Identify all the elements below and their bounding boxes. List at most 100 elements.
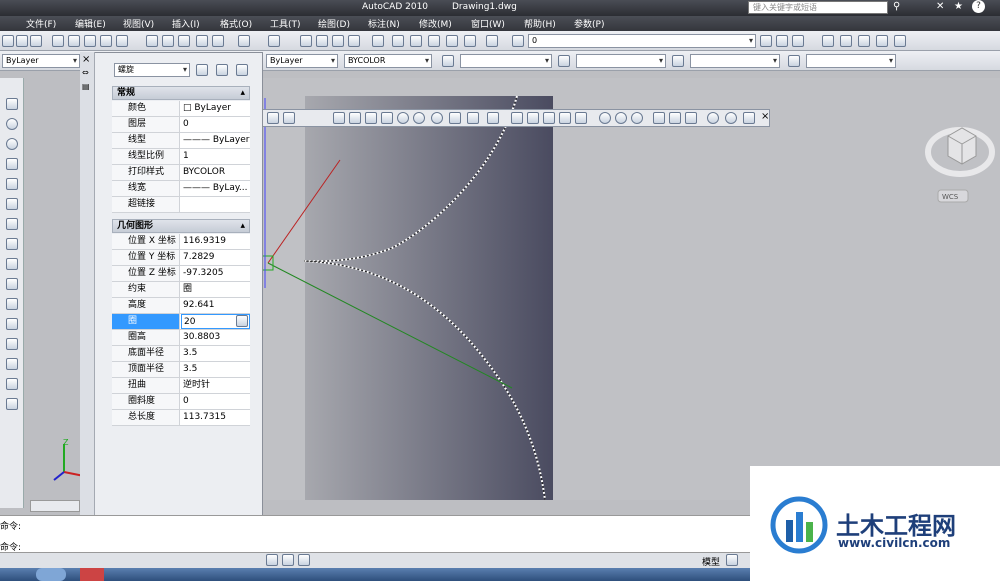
- markup-icon[interactable]: [446, 35, 458, 47]
- design-center-icon[interactable]: [392, 35, 404, 47]
- box-solid-icon[interactable]: [349, 112, 361, 124]
- property-value[interactable]: 30.8803: [181, 330, 250, 345]
- layer-prev-icon[interactable]: [760, 35, 772, 47]
- copy-left-icon[interactable]: [6, 198, 18, 210]
- linetype-combo[interactable]: ByLayer: [266, 54, 338, 68]
- viewcube[interactable]: [920, 118, 998, 210]
- wedge-solid-icon[interactable]: [365, 112, 377, 124]
- helix-icon[interactable]: [487, 112, 499, 124]
- 3d-array-icon[interactable]: [707, 112, 719, 124]
- section-plane-icon[interactable]: [743, 112, 755, 124]
- property-row[interactable]: 图层 0: [112, 117, 250, 133]
- menu-format[interactable]: 格式(O): [220, 17, 252, 30]
- wedge-icon[interactable]: [283, 112, 295, 124]
- block-editor-icon[interactable]: [212, 35, 224, 47]
- property-row[interactable]: 约束圈: [112, 282, 250, 298]
- property-value[interactable]: 113.7315: [181, 410, 250, 425]
- draw-circle-icon[interactable]: [6, 118, 18, 130]
- autohide-icon[interactable]: ⇔: [82, 68, 89, 77]
- property-value[interactable]: 7.2829: [181, 250, 250, 265]
- 3d-rotate-icon[interactable]: [669, 112, 681, 124]
- close-toolbar-icon[interactable]: ×: [761, 111, 769, 122]
- zoom-icon-5[interactable]: [876, 35, 888, 47]
- status-add-icon[interactable]: [282, 554, 294, 566]
- property-row[interactable]: 线型比例 1: [112, 149, 250, 165]
- mleader-style-icon[interactable]: [788, 55, 800, 67]
- zoom-icon-3[interactable]: [840, 35, 852, 47]
- cylinder-icon[interactable]: [413, 112, 425, 124]
- status-grid-icon[interactable]: [266, 554, 278, 566]
- property-value[interactable]: 116.9319: [181, 234, 250, 249]
- property-row[interactable]: 线型 ——— ByLayer: [112, 133, 250, 149]
- property-value[interactable]: 0: [181, 394, 250, 409]
- presspull-icon[interactable]: [527, 112, 539, 124]
- text-style-icon[interactable]: [442, 55, 454, 67]
- menu-modify[interactable]: 修改(M): [419, 17, 452, 30]
- property-value[interactable]: 3.5: [181, 346, 250, 361]
- property-row[interactable]: 扭曲 逆时针: [112, 378, 250, 394]
- preview-icon[interactable]: [68, 35, 80, 47]
- scale-icon[interactable]: [6, 258, 18, 270]
- section-general[interactable]: 常规 ▴: [112, 86, 250, 100]
- menu-insert[interactable]: 插入(I): [172, 17, 200, 30]
- tool-palettes-icon[interactable]: [410, 35, 422, 47]
- property-row[interactable]: 高度 92.641: [112, 298, 250, 314]
- intersect-icon[interactable]: [631, 112, 643, 124]
- property-row[interactable]: 总长度 113.7315: [112, 410, 250, 426]
- search-input[interactable]: 键入关键字或短语: [748, 1, 888, 14]
- object-type-combo[interactable]: 螺旋: [114, 63, 190, 77]
- menu-dimension[interactable]: 标注(N): [368, 17, 400, 30]
- quickcalc-icon[interactable]: [464, 35, 476, 47]
- pan-icon[interactable]: [300, 35, 312, 47]
- sheet-set-icon[interactable]: [428, 35, 440, 47]
- undo-icon[interactable]: [238, 35, 250, 47]
- property-value[interactable]: □ ByLayer: [181, 101, 250, 116]
- calculator-icon[interactable]: [236, 315, 248, 327]
- extrude-icon[interactable]: [511, 112, 523, 124]
- 3d-align-icon[interactable]: [685, 112, 697, 124]
- property-value[interactable]: 3.5: [181, 362, 250, 377]
- property-value[interactable]: 1: [181, 149, 250, 164]
- text-style-combo[interactable]: [460, 54, 552, 68]
- property-row[interactable]: 位置 Z 坐标 -97.3205: [112, 266, 250, 282]
- taskbar-autocad-icon[interactable]: [80, 568, 104, 581]
- move-icon[interactable]: [6, 178, 18, 190]
- polysolid-icon[interactable]: [333, 112, 345, 124]
- draw-line-icon[interactable]: [6, 98, 18, 110]
- new-icon[interactable]: [2, 35, 14, 47]
- zoom-icon-2[interactable]: [822, 35, 834, 47]
- erase-icon[interactable]: [6, 218, 18, 230]
- star-icon[interactable]: ★: [954, 1, 963, 12]
- loft-icon[interactable]: [575, 112, 587, 124]
- layer-state-icon[interactable]: [776, 35, 788, 47]
- offset-icon[interactable]: [6, 378, 18, 390]
- help-icon[interactable]: ?: [972, 0, 985, 13]
- helix-drawing[interactable]: [262, 78, 1000, 500]
- property-value[interactable]: -97.3205: [181, 266, 250, 281]
- model-label[interactable]: 模型: [702, 555, 720, 568]
- paste-icon[interactable]: [178, 35, 190, 47]
- sweep-icon[interactable]: [543, 112, 555, 124]
- mleader-style-combo[interactable]: [806, 54, 896, 68]
- property-row[interactable]: 颜色 □ ByLayer: [112, 101, 250, 117]
- menu-window[interactable]: 窗口(W): [471, 17, 505, 30]
- menu-file[interactable]: 文件(F): [26, 17, 56, 30]
- cut-icon[interactable]: [146, 35, 158, 47]
- property-value[interactable]: 逆时针: [181, 378, 250, 393]
- cone-icon[interactable]: [381, 112, 393, 124]
- explode-icon[interactable]: [6, 338, 18, 350]
- binoculars-icon[interactable]: ⚲: [893, 1, 900, 12]
- redo-icon[interactable]: [268, 35, 280, 47]
- copy-icon[interactable]: [162, 35, 174, 47]
- property-row[interactable]: 位置 X 坐标 116.9319: [112, 234, 250, 250]
- planar-surface-icon[interactable]: [467, 112, 479, 124]
- layout-tab-nav[interactable]: [30, 500, 80, 512]
- property-row[interactable]: 圈斜度 0: [112, 394, 250, 410]
- union-icon[interactable]: [599, 112, 611, 124]
- array-icon[interactable]: [6, 398, 18, 410]
- layer-combo[interactable]: 0: [528, 34, 756, 48]
- mirror-icon[interactable]: [6, 358, 18, 370]
- property-value[interactable]: ——— ByLay...: [181, 181, 250, 196]
- draw-rect-icon[interactable]: [6, 158, 18, 170]
- pyramid-icon[interactable]: [449, 112, 461, 124]
